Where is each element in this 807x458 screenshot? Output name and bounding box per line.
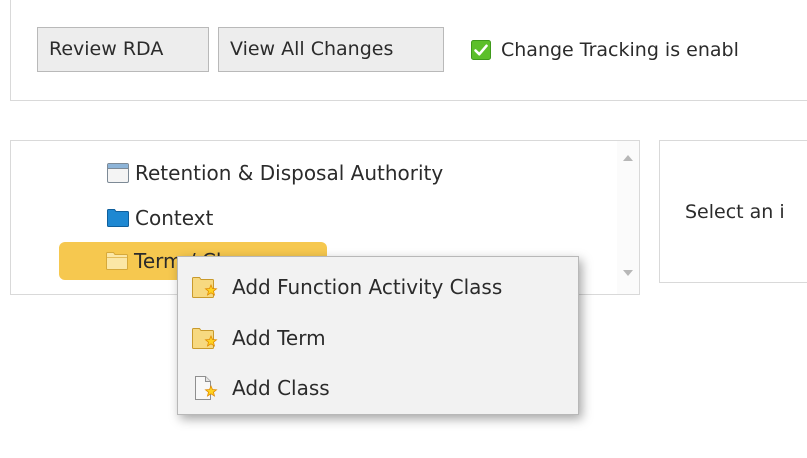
folder-icon	[106, 252, 128, 270]
menu-item-add-class[interactable]: Add Class	[178, 364, 578, 412]
tree-node-label: Context	[135, 206, 214, 230]
view-all-changes-button[interactable]: View All Changes	[218, 27, 444, 72]
tree-scrollbar[interactable]	[617, 141, 639, 294]
menu-item-add-term[interactable]: Add Term	[178, 314, 578, 362]
menu-item-label: Add Function Activity Class	[232, 275, 503, 299]
scroll-down-arrow-icon[interactable]	[623, 270, 633, 276]
change-tracking-text: Change Tracking is enabl	[501, 38, 739, 61]
detail-panel: Select an i	[659, 140, 807, 283]
review-rda-button[interactable]: Review RDA	[37, 27, 209, 72]
tree-node-context[interactable]: Context	[107, 203, 213, 233]
green-checkbox-icon	[471, 39, 491, 60]
add-document-icon	[195, 376, 218, 400]
window-icon	[107, 163, 129, 183]
menu-item-add-function-activity-class[interactable]: Add Function Activity Class	[178, 263, 578, 311]
add-folder-icon	[192, 277, 218, 298]
tree-node-label: Retention & Disposal Authority	[135, 161, 444, 185]
blue-folder-icon	[107, 209, 129, 227]
context-menu: Add Function Activity Class Add Term Add…	[177, 256, 579, 415]
tree-node-rda[interactable]: Retention & Disposal Authority	[107, 158, 443, 188]
add-folder-icon	[192, 328, 218, 349]
menu-item-label: Add Term	[232, 326, 326, 350]
detail-placeholder-text: Select an i	[685, 201, 785, 223]
scroll-up-arrow-icon[interactable]	[623, 155, 633, 161]
change-tracking-status: Change Tracking is enabl	[471, 27, 739, 72]
menu-item-label: Add Class	[232, 376, 330, 400]
toolbar-panel: Review RDA View All Changes Change Track…	[10, 0, 807, 101]
